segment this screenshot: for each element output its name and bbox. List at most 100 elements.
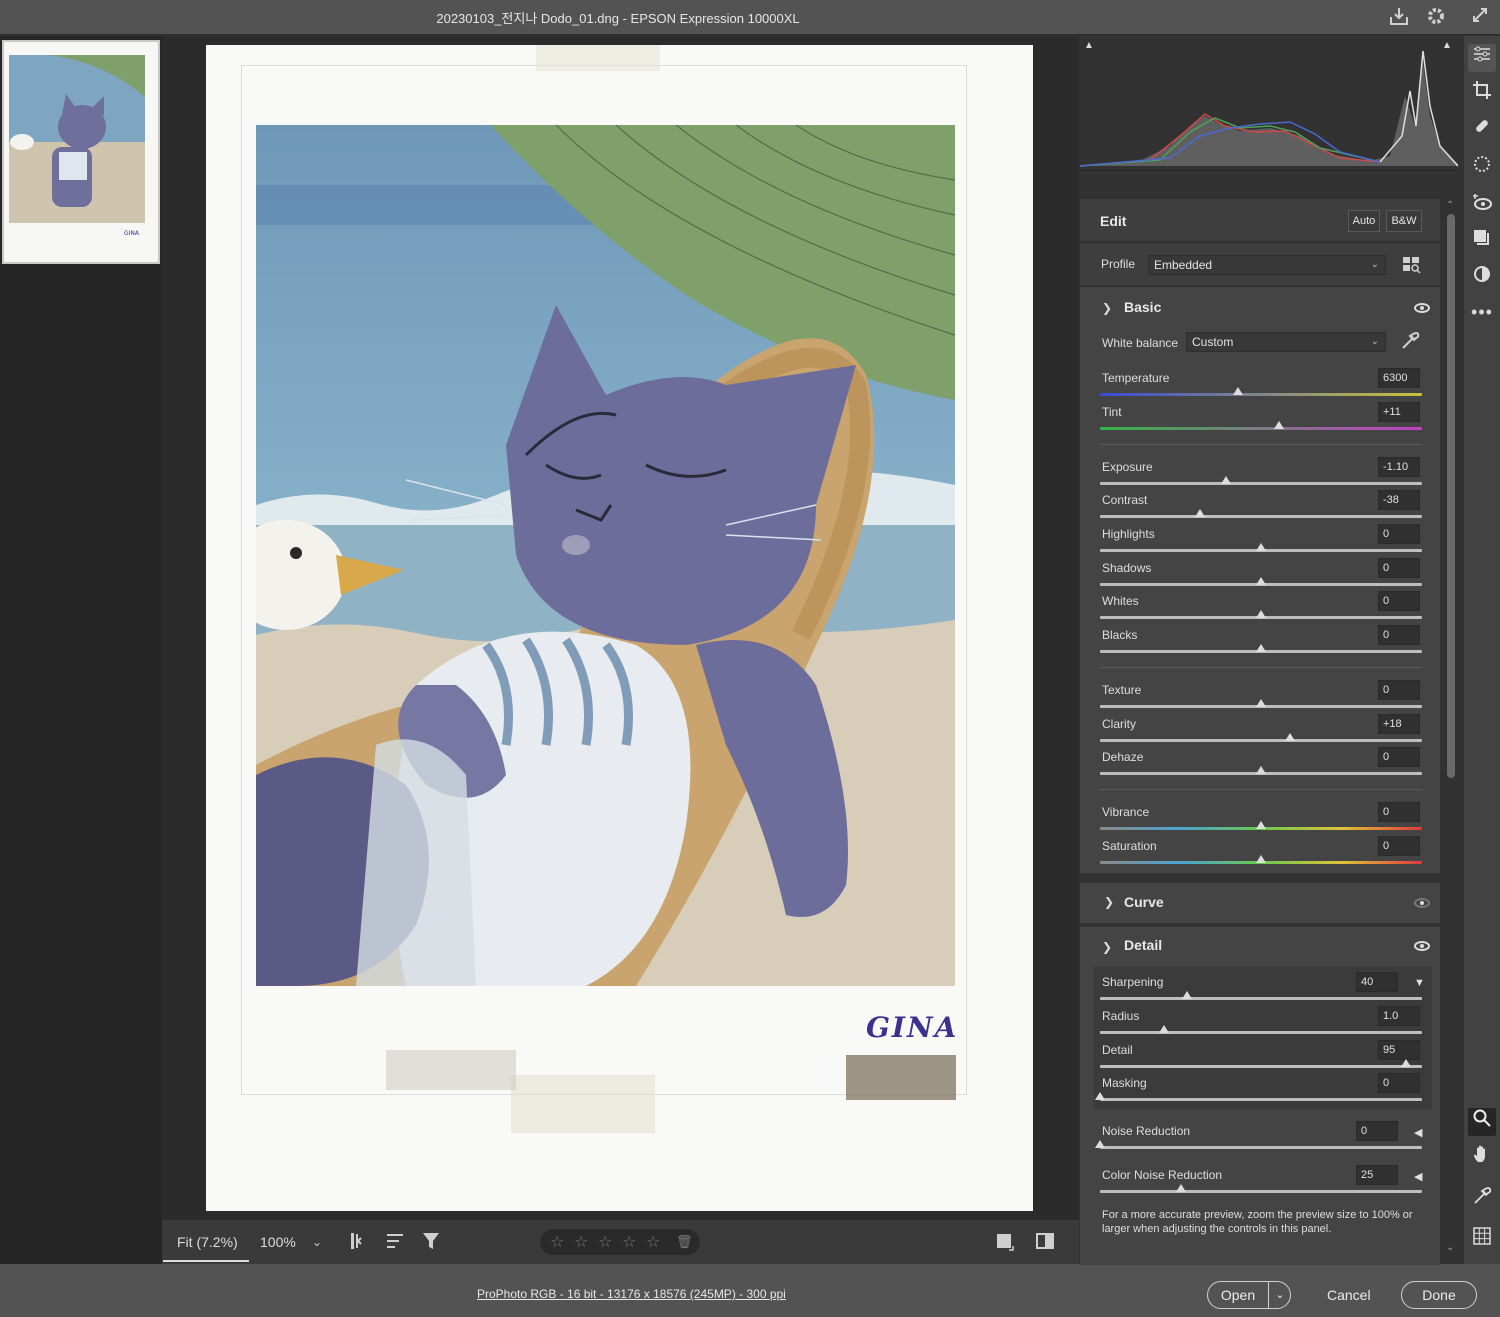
zoom-100-button[interactable]: 100% bbox=[260, 1234, 296, 1250]
collapse-triangle-icon[interactable]: ◀ bbox=[1414, 1170, 1422, 1183]
gear-icon[interactable] bbox=[1424, 5, 1448, 29]
filter-icon[interactable] bbox=[418, 1230, 444, 1254]
blacks-value-field[interactable]: 0 bbox=[1378, 625, 1420, 645]
star-3-icon[interactable]: ☆ bbox=[598, 1232, 612, 1252]
sort-icon[interactable] bbox=[382, 1230, 408, 1254]
more-icon[interactable]: ••• bbox=[1468, 298, 1496, 326]
sharpening-value-field[interactable]: 40 bbox=[1356, 972, 1398, 992]
masking-slider-thumb[interactable] bbox=[1095, 1092, 1105, 1100]
scroll-up-icon[interactable]: ⌃ bbox=[1446, 200, 1454, 211]
done-button[interactable]: Done bbox=[1401, 1281, 1477, 1309]
clarity-value-field[interactable]: +18 bbox=[1378, 714, 1420, 734]
texture-slider-thumb[interactable] bbox=[1256, 699, 1266, 707]
chevron-down-icon[interactable]: ❯ bbox=[1102, 940, 1112, 954]
temperature-value-field[interactable]: 6300 bbox=[1378, 368, 1420, 388]
temperature-slider-track[interactable] bbox=[1100, 393, 1422, 396]
masking-slider-track[interactable] bbox=[1100, 1098, 1422, 1101]
trash-icon[interactable]: 🗑 bbox=[676, 1234, 693, 1250]
clarity-slider-thumb[interactable] bbox=[1284, 733, 1295, 741]
chevron-right-icon[interactable]: ❯ bbox=[1104, 895, 1114, 909]
exposure-slider-track[interactable] bbox=[1100, 482, 1422, 485]
radius-slider-track[interactable] bbox=[1100, 1031, 1422, 1034]
bw-button[interactable]: B&W bbox=[1386, 210, 1422, 232]
masking-value-field[interactable]: 0 bbox=[1378, 1073, 1420, 1093]
exposure-slider-thumb[interactable] bbox=[1220, 476, 1231, 484]
workflow-options-link[interactable]: ProPhoto RGB - 16 bit - 13176 x 18576 (2… bbox=[477, 1287, 786, 1301]
curve-title[interactable]: Curve bbox=[1124, 894, 1164, 910]
zoom-icon[interactable] bbox=[1468, 1108, 1496, 1136]
star-4-icon[interactable]: ☆ bbox=[622, 1232, 636, 1252]
edit-sliders-icon[interactable] bbox=[1468, 44, 1496, 72]
before-after-icon[interactable] bbox=[992, 1230, 1018, 1254]
clarity-slider-track[interactable] bbox=[1100, 739, 1422, 742]
dehaze-value-field[interactable]: 0 bbox=[1378, 747, 1420, 767]
noise-reduction-slider-thumb[interactable] bbox=[1095, 1140, 1105, 1148]
tint-slider-track[interactable] bbox=[1100, 427, 1422, 430]
vibrance-value-field[interactable]: 0 bbox=[1378, 802, 1420, 822]
color-noise-reduction-slider-thumb[interactable] bbox=[1175, 1184, 1186, 1192]
whites-value-field[interactable]: 0 bbox=[1378, 591, 1420, 611]
vibrance-slider-thumb[interactable] bbox=[1256, 821, 1266, 829]
highlights-value-field[interactable]: 0 bbox=[1378, 524, 1420, 544]
save-icon[interactable] bbox=[1387, 5, 1411, 29]
compare-view-icon[interactable] bbox=[1032, 1230, 1058, 1254]
saturation-slider-thumb[interactable] bbox=[1256, 855, 1266, 863]
exposure-value-field[interactable]: -1.10 bbox=[1378, 457, 1420, 477]
color-noise-reduction-value-field[interactable]: 25 bbox=[1356, 1165, 1398, 1185]
basic-title[interactable]: Basic bbox=[1124, 299, 1161, 315]
detail-title[interactable]: Detail bbox=[1124, 937, 1162, 953]
detail-value-field[interactable]: 95 bbox=[1378, 1040, 1420, 1060]
temperature-slider-thumb[interactable] bbox=[1233, 387, 1244, 395]
color-noise-reduction-slider-track[interactable] bbox=[1100, 1190, 1422, 1193]
crop-icon[interactable] bbox=[1468, 80, 1496, 108]
detail-visibility-eye-icon[interactable] bbox=[1414, 941, 1430, 951]
star-2-icon[interactable]: ☆ bbox=[574, 1232, 588, 1252]
filmstrip-toggle-icon[interactable] bbox=[345, 1230, 371, 1254]
hand-icon[interactable] bbox=[1468, 1144, 1496, 1172]
noise-reduction-value-field[interactable]: 0 bbox=[1356, 1121, 1398, 1141]
scroll-down-icon[interactable]: ⌄ bbox=[1446, 1242, 1454, 1253]
shadows-value-field[interactable]: 0 bbox=[1378, 558, 1420, 578]
color-sampler-icon[interactable] bbox=[1468, 1186, 1496, 1214]
rating-stars[interactable]: ☆ ☆ ☆ ☆ ☆ 🗑 bbox=[540, 1229, 700, 1255]
expand-icon[interactable] bbox=[1468, 5, 1492, 29]
blacks-slider-thumb[interactable] bbox=[1256, 644, 1266, 652]
dehaze-slider-thumb[interactable] bbox=[1256, 766, 1266, 774]
preview-canvas[interactable]: GINA bbox=[162, 36, 1079, 1220]
star-1-icon[interactable]: ☆ bbox=[550, 1232, 564, 1252]
chevron-down-icon[interactable]: ❯ bbox=[1102, 301, 1112, 315]
healing-icon[interactable] bbox=[1468, 116, 1496, 144]
redeye-icon[interactable] bbox=[1468, 192, 1496, 220]
sharpening-slider-thumb[interactable] bbox=[1181, 991, 1192, 999]
sharpening-slider-track[interactable] bbox=[1100, 997, 1422, 1000]
saturation-value-field[interactable]: 0 bbox=[1378, 836, 1420, 856]
tint-value-field[interactable]: +11 bbox=[1378, 402, 1420, 422]
white-balance-dropdown[interactable]: Custom ⌄ bbox=[1186, 332, 1386, 352]
detail-slider-track[interactable] bbox=[1100, 1065, 1422, 1068]
radius-slider-thumb[interactable] bbox=[1159, 1025, 1170, 1033]
detail-slider-thumb[interactable] bbox=[1400, 1059, 1411, 1067]
texture-value-field[interactable]: 0 bbox=[1378, 680, 1420, 700]
masking-icon[interactable] bbox=[1468, 154, 1496, 182]
zoom-fit-button[interactable]: Fit (7.2%) bbox=[177, 1234, 238, 1250]
highlights-slider-thumb[interactable] bbox=[1256, 543, 1266, 551]
radius-value-field[interactable]: 1.0 bbox=[1378, 1006, 1420, 1026]
panel-scrollbar[interactable]: ⌃ ⌄ bbox=[1444, 200, 1458, 1260]
grid-icon[interactable] bbox=[1468, 1226, 1496, 1254]
scrollbar-thumb[interactable] bbox=[1447, 214, 1455, 778]
tint-slider-thumb[interactable] bbox=[1273, 421, 1284, 429]
shadows-slider-thumb[interactable] bbox=[1256, 577, 1266, 585]
collapse-triangle-icon[interactable]: ◀ bbox=[1414, 1126, 1422, 1139]
contrast-slider-thumb[interactable] bbox=[1194, 509, 1205, 517]
noise-reduction-slider-track[interactable] bbox=[1100, 1146, 1422, 1149]
basic-visibility-eye-icon[interactable] bbox=[1414, 303, 1430, 313]
profile-browser-icon[interactable] bbox=[1402, 256, 1422, 274]
auto-button[interactable]: Auto bbox=[1348, 210, 1380, 232]
contrast-slider-track[interactable] bbox=[1100, 515, 1422, 518]
expand-triangle-icon[interactable]: ▼ bbox=[1414, 977, 1425, 989]
eyedropper-icon[interactable] bbox=[1400, 331, 1420, 351]
snapshots-icon[interactable] bbox=[1468, 228, 1496, 256]
open-options-chevron-icon[interactable]: ⌄ bbox=[1270, 1282, 1290, 1308]
chevron-down-icon[interactable]: ⌄ bbox=[304, 1230, 330, 1254]
star-5-icon[interactable]: ☆ bbox=[646, 1232, 660, 1252]
